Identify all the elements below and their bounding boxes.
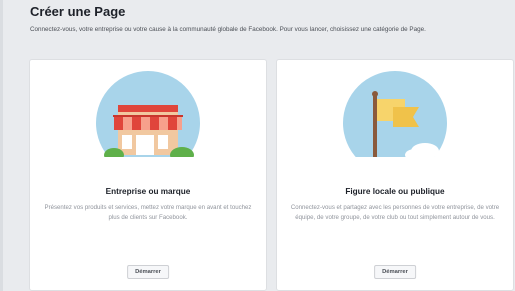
scrollbar[interactable] bbox=[0, 0, 3, 291]
card-title: Figure locale ou publique bbox=[345, 187, 445, 196]
start-button-business[interactable]: Démarrer bbox=[127, 265, 169, 279]
page-title: Créer une Page bbox=[30, 4, 126, 19]
flag-icon bbox=[343, 71, 447, 175]
card-description: Présentez vos produits et services, mett… bbox=[44, 204, 252, 221]
page-header: Créer une Page Connectez-vous, votre ent… bbox=[30, 4, 426, 33]
card-description: Connectez-vous et partagez avec les pers… bbox=[290, 204, 500, 221]
card-public-figure[interactable]: Figure locale ou publique Connectez-vous… bbox=[276, 59, 514, 291]
start-button-public-figure[interactable]: Démarrer bbox=[374, 265, 416, 279]
card-business-brand[interactable]: Entreprise ou marque Présentez vos produ… bbox=[29, 59, 267, 291]
page-subtitle: Connectez-vous, votre entreprise ou votr… bbox=[30, 26, 426, 33]
storefront-icon bbox=[96, 71, 200, 175]
card-title: Entreprise ou marque bbox=[105, 187, 191, 196]
